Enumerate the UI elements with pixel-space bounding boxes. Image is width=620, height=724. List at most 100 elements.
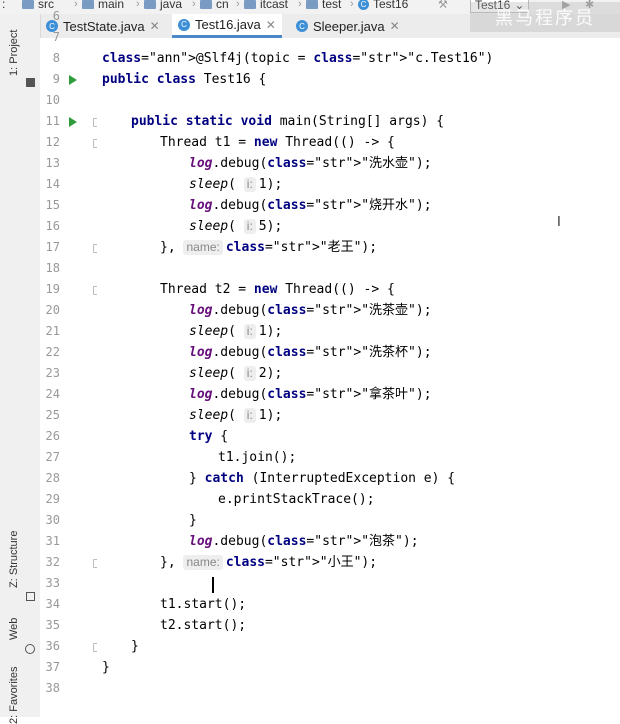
editor-gutter[interactable]: 6 7 8 9 10 11 12 13 14 15 16 17 18 19 20 21 22 23 24 25 26 27… [40, 9, 102, 717]
breadcrumb-main[interactable]: main [82, 0, 124, 11]
code-editor[interactable]: import static cn.itcast.n2.util.Sleeper.… [97, 38, 620, 717]
class-icon: C [296, 20, 308, 32]
line-number: 6 [52, 9, 60, 23]
code-line: }, name: class="str">"老王"); [160, 240, 378, 255]
code-line: log.debug(class="str">"烧开水"); [189, 198, 432, 213]
code-line: } catch (InterruptedException e) { [189, 471, 456, 486]
code-line: class="ann">@Slf4j(topic = class="str">"… [102, 51, 494, 66]
line-number: 32 [45, 555, 60, 569]
line-number: 8 [52, 51, 60, 65]
code-line: sleep( i: 2); [189, 366, 283, 381]
breadcrumb-test[interactable]: test [306, 0, 341, 11]
line-number: 27 [45, 450, 60, 464]
line-number: 20 [45, 303, 60, 317]
line-number: 36 [45, 639, 60, 653]
breadcrumb-java[interactable]: java [144, 0, 182, 11]
breadcrumb-cn[interactable]: cn [200, 0, 229, 11]
close-icon[interactable]: ✕ [390, 19, 400, 33]
code-line: log.debug(class="str">"拿茶叶"); [189, 387, 432, 402]
tab-test16[interactable]: C Test16.java ✕ [172, 14, 282, 38]
line-number: 34 [45, 597, 60, 611]
code-line: sleep( i: 1); [189, 324, 283, 339]
line-number: 14 [45, 177, 60, 191]
code-line: } [189, 513, 197, 528]
code-line: Thread t1 = new Thread(() -> { [160, 135, 395, 150]
code-line: } [102, 660, 110, 675]
tool-window-bar: 1: Project Z: Structure Web 2: Favorites [0, 14, 41, 724]
code-line: t1.join(); [218, 450, 297, 465]
web-tool-button[interactable]: Web [8, 618, 20, 640]
line-number: 24 [45, 387, 60, 401]
line-number: 37 [45, 660, 60, 674]
run-gutter-icon[interactable] [69, 75, 77, 85]
code-line: t2.start(); [160, 618, 247, 633]
line-number: 18 [45, 261, 60, 275]
line-number: 38 [45, 681, 60, 695]
code-line: e.printStackTrace(); [218, 492, 375, 507]
folder-icon [82, 0, 94, 9]
line-number: 13 [45, 156, 60, 170]
folder-icon [244, 0, 256, 9]
line-number: 10 [45, 93, 60, 107]
code-line: public static void main(String[] args) { [131, 114, 445, 129]
code-line: log.debug(class="str">"洗茶杯"); [189, 345, 432, 360]
line-number: 19 [45, 282, 60, 296]
close-icon[interactable]: ✕ [266, 18, 276, 32]
line-number: 30 [45, 513, 60, 527]
line-number: 22 [45, 345, 60, 359]
line-number: 11 [45, 114, 60, 128]
line-number: 16 [45, 219, 60, 233]
globe-icon [25, 644, 35, 654]
hammer-icon[interactable]: ⚒ [438, 0, 448, 11]
folder-icon [22, 0, 34, 9]
code-line: log.debug(class="str">"洗水壶"); [189, 156, 432, 171]
line-number: 26 [45, 429, 60, 443]
class-icon: C [178, 18, 190, 31]
chevron-right-icon: › [350, 0, 354, 10]
tab-sleeper[interactable]: C Sleeper.java ✕ [290, 14, 420, 38]
folder-icon [306, 0, 318, 9]
code-line: public class Test16 { [102, 72, 267, 87]
structure-tool-button[interactable]: Z: Structure [8, 531, 20, 588]
line-number: 29 [45, 492, 60, 506]
code-line: }, name: class="str">"小王"); [160, 555, 378, 570]
line-number: 28 [45, 471, 60, 485]
line-number: 31 [45, 534, 60, 548]
watermark: 黑马程序员 [470, 2, 620, 32]
code-line: sleep( i: 5); [189, 219, 283, 234]
line-number: 9 [52, 72, 60, 86]
code-line: t1.start(); [160, 597, 247, 612]
breadcrumb-root[interactable]: : [2, 0, 5, 11]
chevron-right-icon: › [192, 0, 196, 10]
project-icon [26, 78, 35, 87]
line-number: 21 [45, 324, 60, 338]
folder-icon [200, 0, 212, 9]
code-line: sleep( i: 1); [189, 408, 283, 423]
line-number: 17 [45, 240, 60, 254]
code-line: log.debug(class="str">"洗茶壶"); [189, 303, 432, 318]
line-number: 33 [45, 576, 60, 590]
code-line: Thread t2 = new Thread(() -> { [160, 282, 395, 297]
chevron-right-icon: › [298, 0, 302, 10]
code-line: try { [189, 429, 229, 444]
close-icon[interactable]: ✕ [150, 19, 160, 33]
chevron-right-icon: › [136, 0, 140, 10]
favorites-tool-button[interactable]: 2: Favorites [8, 667, 20, 724]
chevron-right-icon: › [236, 0, 240, 10]
run-gutter-icon[interactable] [69, 117, 77, 127]
line-number: 25 [45, 408, 60, 422]
code-line: } [131, 639, 139, 654]
breadcrumb-itcast[interactable]: itcast [244, 0, 288, 11]
chevron-right-icon: › [74, 0, 78, 10]
structure-icon [26, 592, 35, 601]
line-number: 15 [45, 198, 60, 212]
class-icon: C [358, 0, 369, 10]
code-line: log.debug(class="str">"泡茶"); [189, 534, 419, 549]
line-number: 35 [45, 618, 60, 632]
folder-icon [144, 0, 156, 9]
line-number: 23 [45, 366, 60, 380]
line-number: 7 [52, 30, 60, 44]
line-number: 12 [45, 135, 60, 149]
project-tool-button[interactable]: 1: Project [8, 30, 20, 76]
breadcrumb-test16[interactable]: C Test16 [358, 0, 408, 11]
